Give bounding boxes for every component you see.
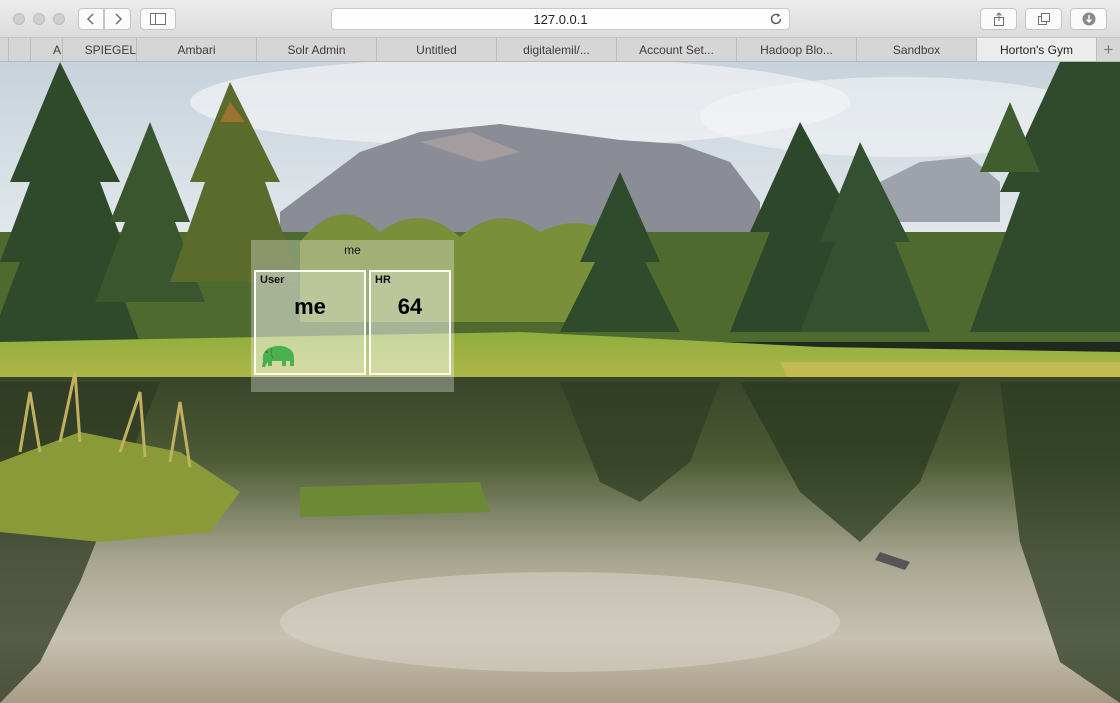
background-landscape-image (0, 62, 1120, 703)
minimize-window-button[interactable] (33, 13, 45, 25)
tab-label: Sandbox (892, 42, 941, 57)
plus-icon: + (1103, 39, 1114, 59)
chevron-left-icon (86, 13, 94, 25)
address-url: 127.0.0.1 (533, 11, 588, 27)
user-heart-rate-widget: me User me HR 64 (251, 240, 454, 392)
user-tile: User me (254, 270, 366, 375)
reload-icon[interactable] (769, 12, 783, 26)
tab-account-settings[interactable]: Account Set... (616, 38, 736, 61)
tab-sandbox[interactable]: Sandbox (856, 38, 976, 61)
tab-bar: A SPIEGEL Ambari Solr Admin Untitled dig… (0, 38, 1120, 62)
sidebar-button[interactable] (140, 8, 176, 30)
heart-rate-tile-label: HR (375, 274, 391, 286)
user-tile-label: User (260, 274, 285, 286)
chevron-right-icon (114, 13, 122, 25)
user-tile-value: me (294, 294, 326, 319)
tab-label: Untitled (416, 42, 457, 57)
downloads-button[interactable] (1070, 8, 1107, 30)
tab-spiegel[interactable]: SPIEGEL (62, 38, 136, 61)
close-window-button[interactable] (13, 13, 25, 25)
hortonworks-elephant-icon (262, 345, 294, 367)
tab-hortons-gym[interactable]: Horton's Gym (976, 38, 1096, 61)
tab-label: Account Set... (639, 42, 714, 57)
share-button[interactable] (980, 8, 1017, 30)
tab-hadoop-blog[interactable]: Hadoop Blo... (736, 38, 856, 61)
tab-label: A (52, 42, 61, 57)
tab-label: Horton's Gym (1000, 42, 1073, 57)
new-tab-button[interactable]: + (1096, 38, 1120, 61)
zoom-window-button[interactable] (53, 13, 65, 25)
tab-label: Solr Admin (287, 42, 346, 57)
heart-rate-tile: HR 64 (369, 270, 451, 375)
tab-overview-icon (1037, 13, 1050, 25)
tab-solr-admin[interactable]: Solr Admin (256, 38, 376, 61)
tab-untitled[interactable]: Untitled (376, 38, 496, 61)
share-icon (993, 12, 1004, 26)
browser-toolbar: 127.0.0.1 (0, 0, 1120, 38)
tab-label: Hadoop Blo... (760, 42, 833, 57)
back-button[interactable] (78, 8, 104, 30)
tab-overview-button[interactable] (1025, 8, 1062, 30)
download-icon (1082, 12, 1095, 26)
tab-a[interactable] (8, 38, 30, 61)
forward-button[interactable] (104, 8, 131, 30)
sidebar-icon (150, 13, 166, 25)
heart-rate-tile-value: 64 (397, 294, 423, 319)
address-bar[interactable]: 127.0.0.1 (331, 8, 790, 30)
tab-label: Ambari (177, 42, 216, 57)
tab-label: SPIEGEL (84, 42, 136, 57)
tab-a-partial[interactable]: A (30, 38, 62, 61)
tab-ambari[interactable]: Ambari (136, 38, 256, 61)
tab-label: digitalemil/... (523, 42, 590, 57)
widget-title: me (344, 243, 361, 257)
tab-digitalemil[interactable]: digitalemil/... (496, 38, 616, 61)
